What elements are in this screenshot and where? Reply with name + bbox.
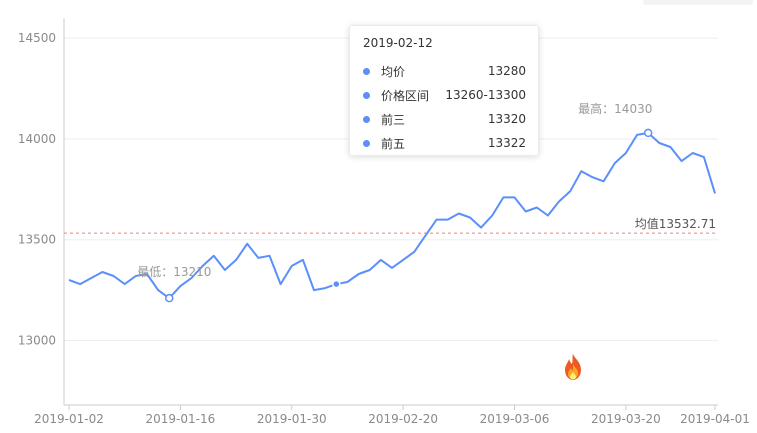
tooltip-row-value: 13280 [487,64,526,78]
y-tick-label: 14000 [18,132,56,146]
x-tick-label: 2019-03-20 [591,412,661,426]
y-tick-label: 13500 [18,233,56,247]
y-tick-label: 14500 [18,31,56,45]
series-dot-icon [363,67,370,75]
min-point-marker [164,293,174,303]
tooltip-row-value: 13260-13300 [445,88,526,102]
tooltip-row-name: 价格区间 [381,88,430,103]
max-value-label: 最高：14030 [578,101,652,116]
series-dot-icon [363,115,370,123]
mean-line-group: 均值13532.71 [64,216,718,234]
fire-icon[interactable] [561,353,585,381]
tooltip-row: 前五 13322 [363,131,526,155]
x-tick-label: 2019-02-20 [368,412,438,426]
x-tick-label: 2019-01-02 [34,412,104,426]
tooltip-row: 前三 13320 [363,107,526,131]
mean-label: 均值13532.71 [635,216,716,231]
hover-point-marker [332,279,341,289]
tooltip-row: 价格区间 13260-13300 [363,83,526,107]
x-tick-label: 2019-01-30 [257,412,327,426]
x-tick-label: 2019-04-01 [680,412,750,426]
tooltip-row-name: 前五 [381,136,406,151]
toolbar-corner [643,0,753,5]
tooltip-row-name: 前三 [381,112,406,127]
tooltip-row: 均价 13280 [363,59,526,83]
series-dot-icon [363,91,370,99]
min-value-label: 最低：13210 [137,265,211,279]
tooltip: 2019-02-12 均价 13280 价格区间 13260-13300 前三 … [349,25,539,156]
tooltip-row-value: 13322 [487,136,526,150]
series-dot-icon [363,139,370,147]
tooltip-row-name: 均价 [381,64,406,79]
tooltip-date: 2019-02-12 [363,36,433,50]
x-tick-label: 2019-01-16 [146,412,216,426]
tooltip-row-value: 13320 [487,112,526,126]
x-tick-label: 2019-03-06 [480,412,550,426]
y-tick-label: 13000 [18,334,56,348]
max-point-marker [643,128,653,138]
